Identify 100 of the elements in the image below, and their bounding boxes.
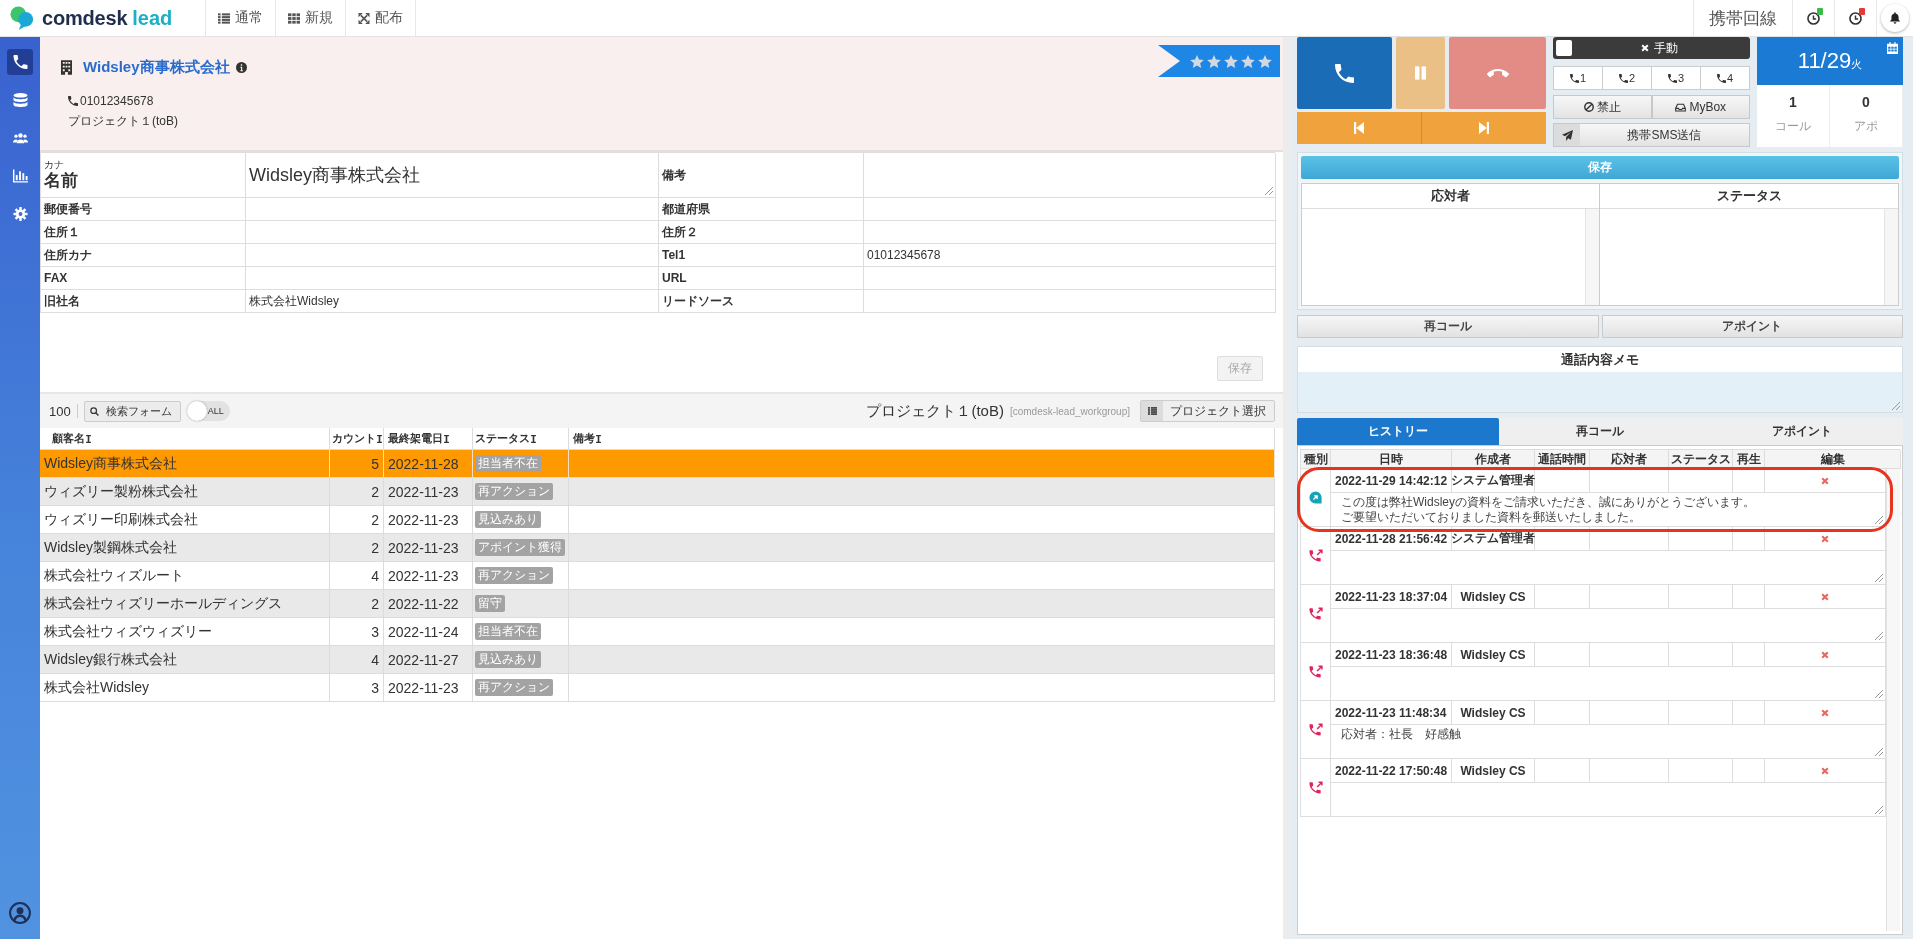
memo-field[interactable]	[1331, 667, 1886, 701]
sort-icon	[444, 434, 449, 443]
value-field[interactable]	[246, 221, 659, 244]
textarea-field[interactable]	[864, 153, 1276, 198]
value-field[interactable]	[864, 221, 1276, 244]
project-select-button[interactable]: プロジェクト選択	[1140, 400, 1275, 422]
list-row[interactable]: ウィズリー製粉株式会社 2 2022-11-23 再アクション	[40, 478, 1275, 506]
customer-name: 株式会社ウィズリーホールディングス	[44, 594, 282, 613]
expand-icon	[358, 12, 370, 24]
mybox-button[interactable]: MyBox	[1651, 95, 1750, 119]
customer-name: 株式会社ウィズルート	[44, 566, 184, 585]
status-tag: 再アクション	[475, 483, 553, 500]
users-icon	[12, 131, 28, 145]
value-field[interactable]	[864, 290, 1276, 313]
memo-field[interactable]: この度は弊社Widsleyの資料をご請求いただき、誠にありがとうございます。 ご要望いただいておりました資料を郵送いたしました。	[1331, 493, 1886, 527]
action-button[interactable]: アポイント	[1601, 315, 1903, 338]
send-icon	[1561, 129, 1573, 141]
column-header[interactable]: 備考	[573, 431, 601, 446]
call-count: 4	[371, 651, 379, 668]
author-name: Widsley CS	[1452, 759, 1535, 783]
pause-button[interactable]	[1396, 37, 1445, 109]
sms-button[interactable]: 携帯SMS送信	[1553, 123, 1750, 147]
list-row[interactable]: Widsley銀行株式会社 4 2022-11-27 見込みあり	[40, 646, 1275, 674]
memo-line: この度は弊社Widsleyの資料をご請求いただき、誠にありがとうございます。	[1341, 495, 1756, 510]
last-call-date: 2022-11-28	[388, 455, 459, 472]
star-icon[interactable]	[1190, 54, 1204, 68]
value-field[interactable]	[864, 198, 1276, 221]
list-row[interactable]: Widsley製鋼株式会社 2 2022-11-23 アポイント獲得	[40, 534, 1275, 562]
column-header[interactable]: 顧客名	[52, 431, 91, 446]
memo-field[interactable]	[1331, 551, 1886, 585]
date-time: 2022-11-23 18:36:48	[1331, 643, 1452, 667]
mobile-line-button[interactable]: 携帯回線	[1693, 0, 1793, 36]
delete-icon[interactable]	[1821, 650, 1829, 659]
field-label: 住所２	[662, 223, 698, 241]
author-name: Widsley CS	[1452, 643, 1535, 667]
list-row[interactable]: 株式会社Widsley 3 2022-11-23 再アクション	[40, 674, 1275, 702]
info-icon[interactable]	[235, 62, 247, 73]
list-row[interactable]: 株式会社ウィズルート 4 2022-11-23 再アクション	[40, 562, 1275, 590]
notification-button[interactable]	[1881, 4, 1909, 32]
block-button[interactable]: 禁止	[1553, 95, 1652, 119]
checkbox[interactable]	[1556, 40, 1572, 56]
memo-field[interactable]	[1331, 609, 1886, 643]
date-time: 2022-11-23 18:37:04	[1331, 585, 1452, 609]
line-button[interactable]: 1	[1554, 67, 1603, 89]
logo-suffix: lead	[132, 6, 173, 30]
nav-tab[interactable]: 新規	[276, 0, 346, 36]
star-icon[interactable]	[1258, 54, 1272, 68]
star-icon[interactable]	[1224, 54, 1238, 68]
column-header[interactable]: 最終架電日	[388, 431, 449, 446]
memo-field[interactable]: 応対者：社長 好感触	[1331, 725, 1886, 759]
user-circle-icon[interactable]	[9, 902, 31, 924]
value-field[interactable]	[246, 244, 659, 267]
star-icon[interactable]	[1241, 54, 1255, 68]
value-field[interactable]	[864, 267, 1276, 290]
delete-icon[interactable]	[1821, 534, 1829, 543]
line-button[interactable]: 4	[1701, 67, 1749, 89]
line-button[interactable]: 3	[1652, 67, 1701, 89]
nav-tab[interactable]: 配布	[346, 0, 416, 36]
call-button[interactable]	[1297, 37, 1392, 109]
sort-icon	[531, 434, 536, 443]
manual-button[interactable]: 手動	[1572, 37, 1747, 59]
field-label: 旧社名	[44, 292, 80, 310]
status-tag: 担当者不在	[475, 455, 541, 472]
tab[interactable]: ヒストリー	[1297, 418, 1499, 445]
sort-icon	[86, 434, 91, 443]
last-call-date: 2022-11-27	[388, 651, 459, 668]
value-field[interactable]	[246, 267, 659, 290]
column-header[interactable]: カウント	[332, 431, 382, 446]
value-field[interactable]: 株式会社Widsley	[246, 290, 659, 313]
outgoing-call-icon	[1308, 607, 1323, 620]
delete-icon[interactable]	[1821, 708, 1829, 717]
name-field[interactable]: Widsley商事株式会社	[246, 153, 659, 198]
status-tag: 再アクション	[475, 679, 553, 696]
line-button[interactable]: 2	[1603, 67, 1652, 89]
star-icon[interactable]	[1207, 54, 1221, 68]
value-field[interactable]	[246, 198, 659, 221]
nav-tab[interactable]: 通常	[205, 0, 276, 36]
tab[interactable]: アポイント	[1701, 418, 1903, 445]
customer-name: Widsley製鋼株式会社	[44, 538, 177, 557]
column-header[interactable]: ステータス	[475, 431, 536, 446]
action-button[interactable]: 再コール	[1297, 315, 1599, 338]
delete-icon[interactable]	[1821, 766, 1829, 775]
column-header: ステータス	[1669, 450, 1733, 469]
search-button[interactable]: 検索フォーム	[83, 400, 181, 422]
value-field[interactable]: 01012345678	[864, 244, 1276, 267]
field-label: リードソース	[662, 292, 734, 310]
all-toggle[interactable]: ALL	[186, 401, 230, 421]
delete-icon[interactable]	[1821, 476, 1829, 485]
list-row[interactable]: 株式会社ウィズリーホールディングス 2 2022-11-22 留守	[40, 590, 1275, 618]
memo-field[interactable]	[1331, 783, 1886, 817]
list-row[interactable]: Widsley商事株式会社 5 2022-11-28 担当者不在	[40, 450, 1275, 478]
delete-icon[interactable]	[1821, 592, 1829, 601]
call-count: 5	[371, 455, 379, 472]
list-row[interactable]: ウィズリー印刷株式会社 2 2022-11-23 見込みあり	[40, 506, 1275, 534]
last-call-date: 2022-11-23	[388, 567, 459, 584]
list-row[interactable]: 株式会社ウィズウィズリー 3 2022-11-24 担当者不在	[40, 618, 1275, 646]
calendar-icon[interactable]	[1887, 42, 1898, 54]
memo-field[interactable]	[1298, 372, 1902, 412]
sidebar-item[interactable]	[7, 49, 33, 75]
tab[interactable]: 再コール	[1499, 418, 1701, 445]
